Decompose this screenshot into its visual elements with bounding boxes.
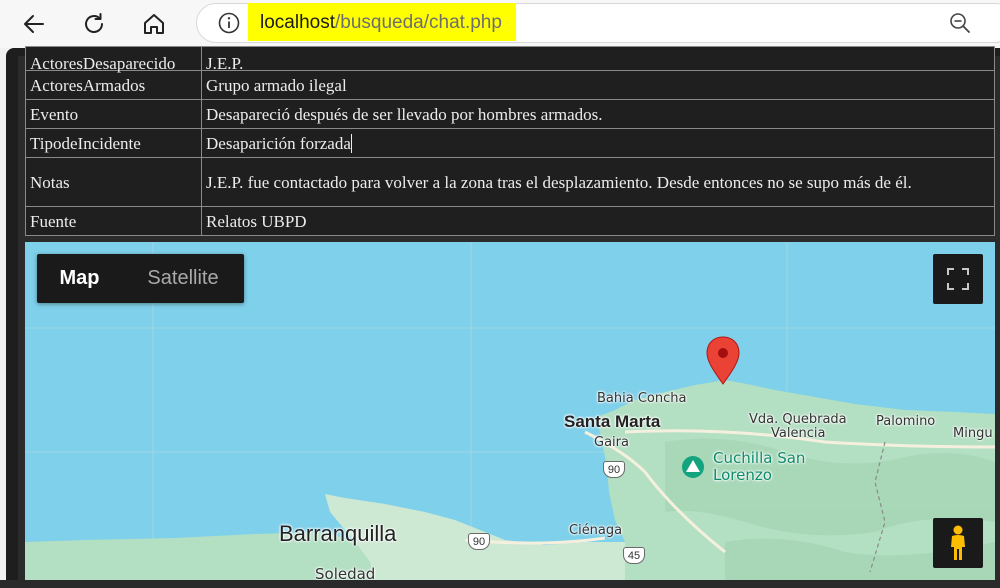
row-key: TipodeIncidente [25,128,202,158]
table-row: ActoresDesaparecido J.E.P. [25,46,995,72]
map-label-santa-marta: Santa Marta [564,412,661,431]
fullscreen-icon [947,268,969,290]
home-button[interactable] [138,8,170,40]
table-row: Notas J.E.P. fue contactado para volver … [25,157,995,207]
map-label-valencia: Valencia [771,426,826,441]
site-info-icon[interactable] [218,12,240,34]
back-arrow-icon [24,15,44,33]
zoom-out-icon[interactable] [948,11,972,35]
route-shield: 45 [623,547,645,564]
map-label-quebrada: Vda. Quebrada [749,412,847,427]
map-type-satellite-button[interactable]: Satellite [122,254,244,303]
map-type-map-button[interactable]: Map [37,254,122,303]
table-row: Evento Desapareció después de ser llevad… [25,99,995,129]
map-type-control: Map Satellite [37,254,244,303]
row-value: Relatos UBPD [201,206,995,236]
row-value: Desapareció después de ser llevado por h… [201,99,995,129]
row-key: Notas [25,157,202,207]
reload-button[interactable] [78,8,110,40]
map-label-gaira: Gaira [594,435,629,450]
map-label-lorenzo: Lorenzo [713,466,772,484]
route-shield: 90 [468,533,490,550]
route-shield: 90 [603,461,625,478]
map-label-barranquilla: Barranquilla [279,521,397,546]
table-row: Fuente Relatos UBPD [25,206,995,236]
url-host: localhost [260,12,335,33]
pegman-icon [951,525,965,560]
url-text[interactable]: localhost/busqueda/chat.php [260,11,502,35]
row-value: Grupo armado ilegal [201,70,995,100]
home-icon [144,14,164,34]
row-key: Evento [25,99,202,129]
browser-toolbar: localhost/busqueda/chat.php [0,0,1000,48]
map-widget[interactable]: Bahia Concha Santa Marta Gaira Vda. Queb… [25,242,995,588]
table-row: ActoresArmados Grupo armado ilegal [25,70,995,100]
map-label-bahia-concha: Bahia Concha [597,391,687,406]
map-label-mingueo: Mingu [953,426,993,441]
record-table: ActoresDesaparecido J.E.P. ActoresArmado… [25,46,995,236]
fullscreen-button[interactable] [933,254,983,304]
table-row: TipodeIncidente Desaparición forzada [25,128,995,158]
row-key: ActoresArmados [25,70,202,100]
map-label-cienaga: Ciénaga [569,523,623,538]
row-value: Desaparición forzada [201,128,995,158]
street-view-button[interactable] [933,518,983,568]
map-label-cuchilla: Cuchilla San [713,449,806,467]
row-value: J.E.P. fue contactado para volver a la z… [201,157,995,207]
url-path: /busqueda/chat.php [335,12,502,33]
row-key: ActoresDesaparecido [25,46,202,72]
reload-icon [85,13,103,33]
row-value-text: Desaparición forzada [206,133,352,153]
row-value: J.E.P. [201,46,995,72]
map-label-palomino: Palomino [876,414,936,429]
back-button[interactable] [18,8,50,40]
bottom-strip [0,580,1000,588]
row-key: Fuente [25,206,202,236]
